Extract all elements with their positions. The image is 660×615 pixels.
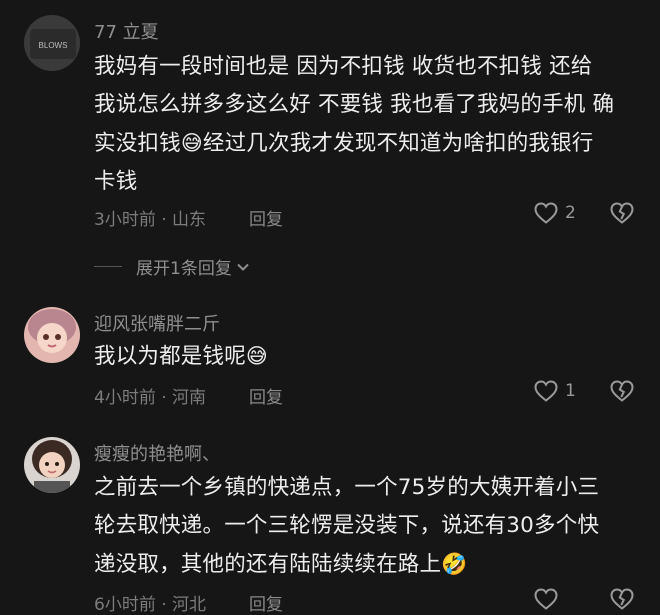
heart-icon <box>534 202 558 224</box>
user-avatar[interactable] <box>24 437 80 493</box>
reply-button[interactable]: 回复 <box>249 590 283 615</box>
like-button[interactable]: 1 <box>533 379 576 403</box>
emoji-sweat-smile-icon: 😅 <box>245 344 268 368</box>
heart-icon <box>534 380 558 402</box>
reply-button[interactable]: 回复 <box>249 383 283 408</box>
svg-text:BLOWS: BLOWS <box>39 41 68 50</box>
broken-heart-icon <box>610 588 634 610</box>
like-button[interactable] <box>533 587 559 611</box>
emoji-rofl-icon: 🤣 <box>441 552 468 576</box>
comment-username[interactable]: 77 立夏 <box>94 18 159 44</box>
comment-username[interactable]: 迎风张嘴胖二斤 <box>94 310 220 336</box>
comment-username[interactable]: 瘦瘦的艳艳啊、 <box>94 440 220 466</box>
emoji-sweat-smile-icon: 😅 <box>180 131 203 155</box>
expand-divider <box>94 266 122 267</box>
comment-time-location: 3小时前 · 山东 <box>94 210 207 230</box>
dislike-button[interactable] <box>609 587 635 615</box>
expand-replies-button[interactable]: 展开1条回复 <box>94 254 252 279</box>
chevron-down-icon <box>237 263 249 271</box>
heart-icon <box>534 588 558 610</box>
dislike-button[interactable] <box>609 379 635 407</box>
like-button[interactable]: 2 <box>533 201 576 225</box>
broken-heart-icon <box>610 380 634 402</box>
comment-time-location: 6小时前 · 河北 <box>94 595 207 615</box>
comment-text: 我妈有一段时间也是 因为不扣钱 收货也不扣钱 还给 我说怎么拼多多这么好 不要钱… <box>94 54 615 194</box>
comment-item: 瘦瘦的艳艳啊、 之前去一个乡镇的快递点，一个75岁的大姨开着小三 轮去取快递。一… <box>0 430 660 615</box>
comment-text: 我以为都是钱呢😅 <box>94 344 268 369</box>
like-count: 2 <box>565 203 576 223</box>
like-count: 1 <box>565 381 576 401</box>
user-avatar[interactable]: BLOWS <box>24 15 80 71</box>
dislike-button[interactable] <box>609 201 635 229</box>
comment-text: 之前去一个乡镇的快递点，一个75岁的大姨开着小三 轮去取快递。一个三轮愣是没装下… <box>94 475 600 577</box>
comment-item: BLOWS 77 立夏 我妈有一段时间也是 因为不扣钱 收货也不扣钱 还给 我说… <box>0 0 660 290</box>
reply-button[interactable]: 回复 <box>249 205 283 230</box>
user-avatar[interactable] <box>24 307 80 363</box>
comment-time-location: 4小时前 · 河南 <box>94 388 207 408</box>
comment-item: 迎风张嘴胖二斤 我以为都是钱呢😅 4小时前 · 河南 回复 1 <box>0 290 660 430</box>
expand-replies-label: 展开1条回复 <box>136 259 232 279</box>
broken-heart-icon <box>610 202 634 224</box>
